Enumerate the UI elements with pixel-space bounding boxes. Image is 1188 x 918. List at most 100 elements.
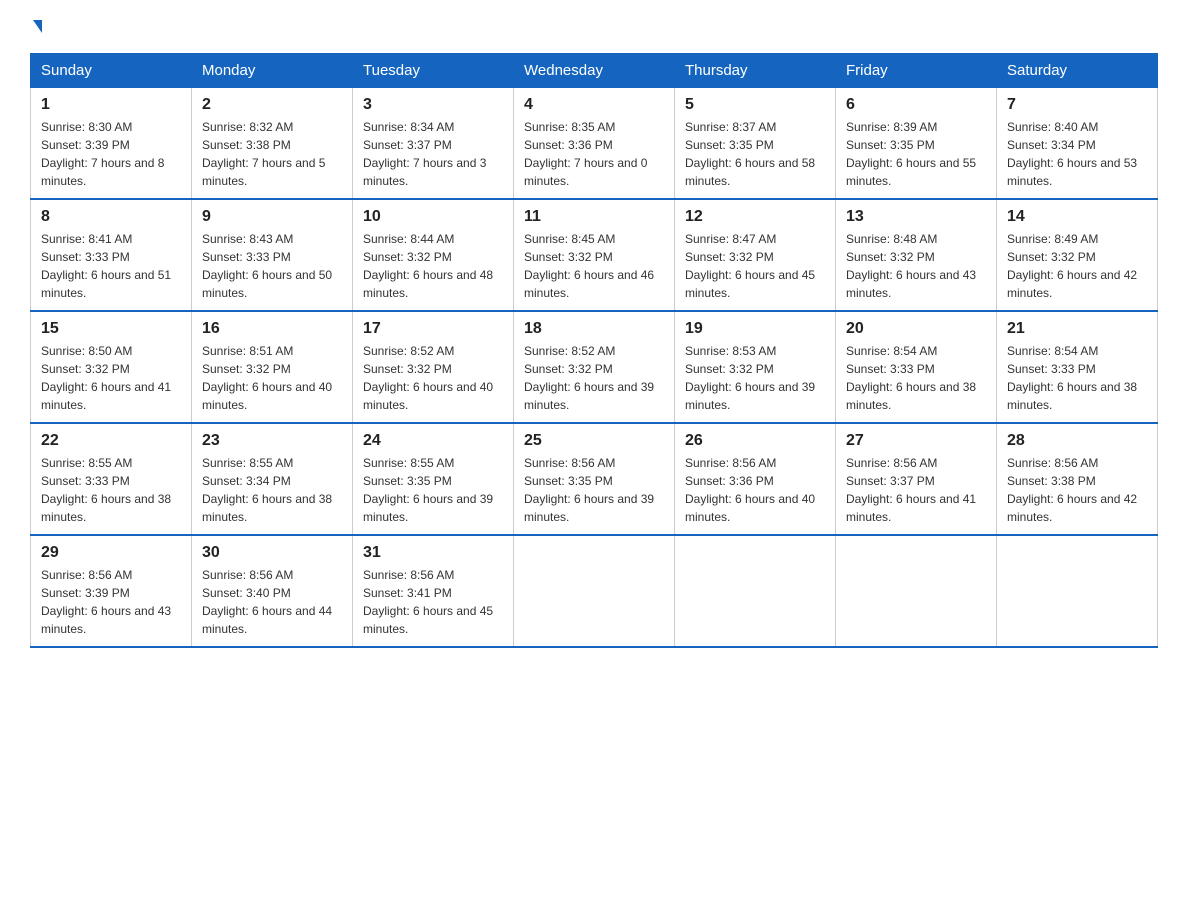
day-number: 12: [685, 208, 825, 226]
day-number: 30: [202, 544, 342, 562]
day-info: Sunrise: 8:55 AMSunset: 3:33 PMDaylight:…: [41, 454, 181, 526]
day-number: 24: [363, 432, 503, 450]
weekday-header-row: SundayMondayTuesdayWednesdayThursdayFrid…: [31, 54, 1158, 88]
day-number: 11: [524, 208, 664, 226]
calendar-cell: 2 Sunrise: 8:32 AMSunset: 3:38 PMDayligh…: [192, 88, 353, 200]
day-info: Sunrise: 8:56 AMSunset: 3:37 PMDaylight:…: [846, 454, 986, 526]
calendar-cell: 7 Sunrise: 8:40 AMSunset: 3:34 PMDayligh…: [997, 88, 1158, 200]
calendar-cell: 9 Sunrise: 8:43 AMSunset: 3:33 PMDayligh…: [192, 199, 353, 311]
calendar-cell: 3 Sunrise: 8:34 AMSunset: 3:37 PMDayligh…: [353, 88, 514, 200]
calendar-week-row: 22 Sunrise: 8:55 AMSunset: 3:33 PMDaylig…: [31, 423, 1158, 535]
calendar-table: SundayMondayTuesdayWednesdayThursdayFrid…: [30, 53, 1158, 648]
day-number: 15: [41, 320, 181, 338]
weekday-header-thursday: Thursday: [675, 54, 836, 88]
calendar-cell: 18 Sunrise: 8:52 AMSunset: 3:32 PMDaylig…: [514, 311, 675, 423]
day-info: Sunrise: 8:56 AMSunset: 3:40 PMDaylight:…: [202, 566, 342, 638]
day-info: Sunrise: 8:55 AMSunset: 3:35 PMDaylight:…: [363, 454, 503, 526]
day-info: Sunrise: 8:45 AMSunset: 3:32 PMDaylight:…: [524, 230, 664, 302]
day-number: 21: [1007, 320, 1147, 338]
day-number: 10: [363, 208, 503, 226]
calendar-cell: 5 Sunrise: 8:37 AMSunset: 3:35 PMDayligh…: [675, 88, 836, 200]
calendar-cell: 17 Sunrise: 8:52 AMSunset: 3:32 PMDaylig…: [353, 311, 514, 423]
day-info: Sunrise: 8:54 AMSunset: 3:33 PMDaylight:…: [846, 342, 986, 414]
calendar-cell: 31 Sunrise: 8:56 AMSunset: 3:41 PMDaylig…: [353, 535, 514, 647]
day-number: 6: [846, 96, 986, 114]
calendar-cell: 20 Sunrise: 8:54 AMSunset: 3:33 PMDaylig…: [836, 311, 997, 423]
day-number: 1: [41, 96, 181, 114]
calendar-cell: 19 Sunrise: 8:53 AMSunset: 3:32 PMDaylig…: [675, 311, 836, 423]
day-info: Sunrise: 8:47 AMSunset: 3:32 PMDaylight:…: [685, 230, 825, 302]
day-number: 27: [846, 432, 986, 450]
day-info: Sunrise: 8:35 AMSunset: 3:36 PMDaylight:…: [524, 118, 664, 190]
day-info: Sunrise: 8:52 AMSunset: 3:32 PMDaylight:…: [363, 342, 503, 414]
day-info: Sunrise: 8:34 AMSunset: 3:37 PMDaylight:…: [363, 118, 503, 190]
day-number: 5: [685, 96, 825, 114]
day-info: Sunrise: 8:43 AMSunset: 3:33 PMDaylight:…: [202, 230, 342, 302]
calendar-cell: [836, 535, 997, 647]
logo: [30, 20, 42, 33]
day-info: Sunrise: 8:51 AMSunset: 3:32 PMDaylight:…: [202, 342, 342, 414]
calendar-cell: 1 Sunrise: 8:30 AMSunset: 3:39 PMDayligh…: [31, 88, 192, 200]
calendar-week-row: 1 Sunrise: 8:30 AMSunset: 3:39 PMDayligh…: [31, 88, 1158, 200]
calendar-cell: 16 Sunrise: 8:51 AMSunset: 3:32 PMDaylig…: [192, 311, 353, 423]
day-info: Sunrise: 8:56 AMSunset: 3:36 PMDaylight:…: [685, 454, 825, 526]
day-number: 23: [202, 432, 342, 450]
calendar-cell: 6 Sunrise: 8:39 AMSunset: 3:35 PMDayligh…: [836, 88, 997, 200]
day-info: Sunrise: 8:52 AMSunset: 3:32 PMDaylight:…: [524, 342, 664, 414]
calendar-cell: 14 Sunrise: 8:49 AMSunset: 3:32 PMDaylig…: [997, 199, 1158, 311]
day-number: 14: [1007, 208, 1147, 226]
calendar-cell: 21 Sunrise: 8:54 AMSunset: 3:33 PMDaylig…: [997, 311, 1158, 423]
day-info: Sunrise: 8:56 AMSunset: 3:39 PMDaylight:…: [41, 566, 181, 638]
day-info: Sunrise: 8:48 AMSunset: 3:32 PMDaylight:…: [846, 230, 986, 302]
weekday-header-sunday: Sunday: [31, 54, 192, 88]
weekday-header-monday: Monday: [192, 54, 353, 88]
day-info: Sunrise: 8:56 AMSunset: 3:38 PMDaylight:…: [1007, 454, 1147, 526]
weekday-header-tuesday: Tuesday: [353, 54, 514, 88]
calendar-cell: 26 Sunrise: 8:56 AMSunset: 3:36 PMDaylig…: [675, 423, 836, 535]
day-number: 26: [685, 432, 825, 450]
day-info: Sunrise: 8:44 AMSunset: 3:32 PMDaylight:…: [363, 230, 503, 302]
day-info: Sunrise: 8:39 AMSunset: 3:35 PMDaylight:…: [846, 118, 986, 190]
calendar-cell: 8 Sunrise: 8:41 AMSunset: 3:33 PMDayligh…: [31, 199, 192, 311]
calendar-cell: [675, 535, 836, 647]
page-header: [30, 20, 1158, 33]
day-number: 2: [202, 96, 342, 114]
calendar-cell: 22 Sunrise: 8:55 AMSunset: 3:33 PMDaylig…: [31, 423, 192, 535]
day-info: Sunrise: 8:37 AMSunset: 3:35 PMDaylight:…: [685, 118, 825, 190]
day-info: Sunrise: 8:56 AMSunset: 3:41 PMDaylight:…: [363, 566, 503, 638]
calendar-cell: 23 Sunrise: 8:55 AMSunset: 3:34 PMDaylig…: [192, 423, 353, 535]
calendar-cell: 29 Sunrise: 8:56 AMSunset: 3:39 PMDaylig…: [31, 535, 192, 647]
weekday-header-friday: Friday: [836, 54, 997, 88]
day-info: Sunrise: 8:41 AMSunset: 3:33 PMDaylight:…: [41, 230, 181, 302]
calendar-week-row: 29 Sunrise: 8:56 AMSunset: 3:39 PMDaylig…: [31, 535, 1158, 647]
day-number: 4: [524, 96, 664, 114]
day-number: 29: [41, 544, 181, 562]
day-number: 16: [202, 320, 342, 338]
calendar-cell: 15 Sunrise: 8:50 AMSunset: 3:32 PMDaylig…: [31, 311, 192, 423]
logo-triangle-icon: [33, 20, 42, 33]
day-number: 25: [524, 432, 664, 450]
day-number: 7: [1007, 96, 1147, 114]
day-info: Sunrise: 8:54 AMSunset: 3:33 PMDaylight:…: [1007, 342, 1147, 414]
day-number: 13: [846, 208, 986, 226]
day-number: 9: [202, 208, 342, 226]
calendar-cell: 11 Sunrise: 8:45 AMSunset: 3:32 PMDaylig…: [514, 199, 675, 311]
calendar-week-row: 8 Sunrise: 8:41 AMSunset: 3:33 PMDayligh…: [31, 199, 1158, 311]
day-info: Sunrise: 8:50 AMSunset: 3:32 PMDaylight:…: [41, 342, 181, 414]
day-number: 17: [363, 320, 503, 338]
day-number: 8: [41, 208, 181, 226]
calendar-cell: 27 Sunrise: 8:56 AMSunset: 3:37 PMDaylig…: [836, 423, 997, 535]
weekday-header-wednesday: Wednesday: [514, 54, 675, 88]
day-number: 19: [685, 320, 825, 338]
day-info: Sunrise: 8:40 AMSunset: 3:34 PMDaylight:…: [1007, 118, 1147, 190]
day-info: Sunrise: 8:56 AMSunset: 3:35 PMDaylight:…: [524, 454, 664, 526]
day-number: 20: [846, 320, 986, 338]
day-info: Sunrise: 8:30 AMSunset: 3:39 PMDaylight:…: [41, 118, 181, 190]
day-info: Sunrise: 8:53 AMSunset: 3:32 PMDaylight:…: [685, 342, 825, 414]
calendar-week-row: 15 Sunrise: 8:50 AMSunset: 3:32 PMDaylig…: [31, 311, 1158, 423]
day-info: Sunrise: 8:49 AMSunset: 3:32 PMDaylight:…: [1007, 230, 1147, 302]
day-number: 28: [1007, 432, 1147, 450]
day-number: 18: [524, 320, 664, 338]
calendar-cell: 10 Sunrise: 8:44 AMSunset: 3:32 PMDaylig…: [353, 199, 514, 311]
calendar-cell: 30 Sunrise: 8:56 AMSunset: 3:40 PMDaylig…: [192, 535, 353, 647]
